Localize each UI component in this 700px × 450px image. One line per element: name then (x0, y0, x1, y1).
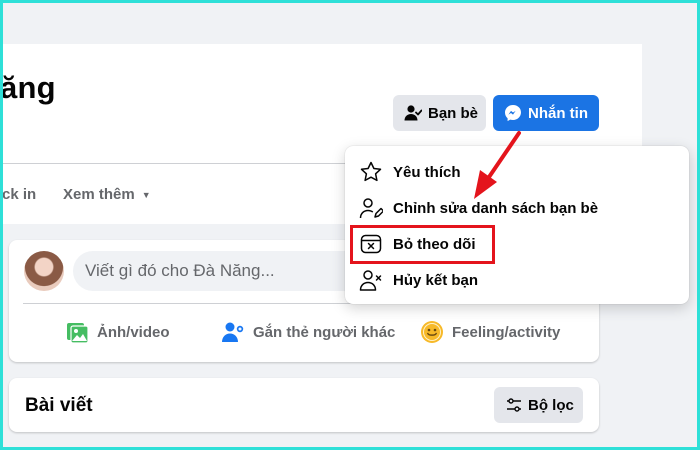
profile-name: ăng (0, 70, 56, 105)
message-button[interactable]: Nhắn tin (493, 95, 599, 131)
tab-more[interactable]: Xem thêm ▼ (63, 186, 151, 203)
tag-people-icon (222, 322, 244, 342)
tab-more-label: Xem thêm (63, 186, 135, 203)
menu-item-label: Hủy kết bạn (393, 271, 479, 289)
posts-section: Bài viết Bộ lọc (9, 378, 599, 432)
photo-icon (67, 323, 89, 344)
tag-people-label: Gắn thẻ người khác (253, 323, 396, 341)
menu-item-favorite[interactable]: Yêu thích (359, 158, 461, 186)
menu-item-unfriend[interactable]: Hủy kết bạn (359, 266, 478, 294)
caret-down-icon: ▼ (141, 189, 151, 200)
menu-item-label: Chỉnh sửa danh sách bạn bè (393, 199, 599, 217)
star-icon (360, 161, 382, 182)
friends-check-icon (404, 105, 422, 121)
filter-sliders-icon (507, 398, 521, 412)
filter-label: Bộ lọc (528, 396, 574, 414)
posts-title: Bài viết (25, 395, 93, 416)
friends-button[interactable]: Bạn bè (393, 95, 486, 131)
smiley-icon (421, 321, 443, 343)
feeling-activity-label: Feeling/activity (452, 323, 561, 341)
friend-options-menu: Yêu thích Chỉnh sửa danh sách bạn bè Bỏ … (345, 146, 689, 304)
menu-item-unfollow[interactable]: Bỏ theo dõi (359, 230, 476, 258)
edit-friend-list-icon (359, 198, 383, 219)
filter-button[interactable]: Bộ lọc (494, 387, 583, 423)
photo-video-button[interactable]: Ảnh/video (65, 318, 170, 346)
friends-button-label: Bạn bè (428, 104, 479, 122)
message-button-label: Nhắn tin (528, 104, 588, 122)
menu-item-label: Bỏ theo dõi (393, 235, 476, 253)
menu-item-edit-friend-list[interactable]: Chỉnh sửa danh sách bạn bè (359, 194, 598, 222)
messenger-icon (505, 105, 521, 122)
menu-item-label: Yêu thích (393, 163, 461, 181)
cover-photo-area (0, 0, 632, 44)
tab-checkin[interactable]: ck in (2, 186, 36, 203)
feeling-activity-button[interactable]: Feeling/activity (420, 318, 560, 346)
unfriend-icon (359, 270, 382, 291)
unfollow-icon (360, 234, 382, 254)
tag-people-button[interactable]: Gắn thẻ người khác (221, 318, 395, 346)
avatar[interactable] (24, 251, 64, 291)
photo-video-label: Ảnh/video (97, 323, 170, 341)
